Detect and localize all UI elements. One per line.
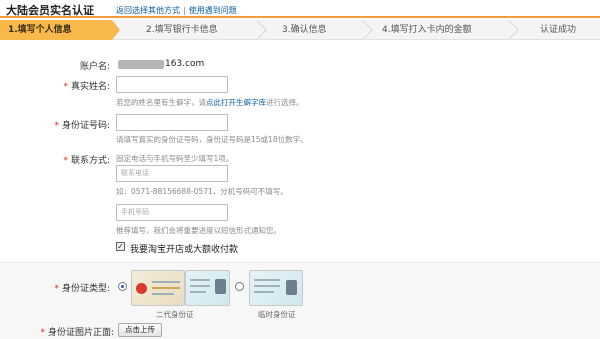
temporary-caption: 临时身份证 xyxy=(258,310,296,319)
card-text-line xyxy=(190,285,210,287)
id-number-input[interactable] xyxy=(116,114,228,131)
header-link-separator: | xyxy=(183,6,186,15)
help-link[interactable]: 使用遇到问题 xyxy=(189,6,237,15)
open-shop-checkbox-label: 我要淘宝开店或大额收付款 xyxy=(130,245,239,255)
realname-hint: 若您的姓名里有生僻字，请点此打开生僻字库进行选择。 xyxy=(116,98,304,107)
card-text-line xyxy=(152,293,174,295)
card-text-line xyxy=(190,291,206,293)
photo-front-label: 身份证图片正面: xyxy=(47,328,114,338)
phone-hint: 如：0571-88156688-0571，分机号码可不填写。 xyxy=(116,187,288,196)
step-3-label: 3.确认信息 xyxy=(282,25,327,35)
step-3: 3.确认信息 xyxy=(282,20,352,40)
id-label-wrap: * 身份证号码: xyxy=(54,121,110,131)
idtype-label: 身份证类型: xyxy=(61,284,110,294)
idtype-temporary-radio[interactable] xyxy=(235,282,244,291)
header-links: 返回选择其他方式 | 使用遇到问题 xyxy=(116,5,237,16)
mobile-hint: 推荐填写，我们会将重要进度以短信形式通知您。 xyxy=(116,226,281,235)
step-5: 认证成功 xyxy=(540,20,596,40)
back-to-methods-link[interactable]: 返回选择其他方式 xyxy=(116,6,180,15)
open-shop-checkbox[interactable]: ✓ xyxy=(116,242,125,251)
step-separator xyxy=(499,20,519,40)
account-value: 163.com xyxy=(165,59,205,69)
progress-steps: 1.填写个人信息 2.填写银行卡信息 3.确认信息 4.填写打入卡内的金额 认证… xyxy=(0,20,600,40)
card-text-line xyxy=(152,281,180,283)
id-hint: 请填写真实的身份证号码，身份证号码是15或18位数字。 xyxy=(116,135,308,144)
contact-label-wrap: * 联系方式: xyxy=(63,156,110,166)
id-label: 身份证号码: xyxy=(61,121,110,131)
account-label: 账户名: xyxy=(79,62,110,72)
step-2: 2.填写银行卡信息 xyxy=(146,20,256,40)
emblem-icon xyxy=(136,283,147,294)
page-title: 大陆会员实名认证 xyxy=(6,4,94,17)
contact-intro: 固定电话与手机号码至少填写1项。 xyxy=(116,154,234,163)
photo-label-wrap: * 身份证图片正面: xyxy=(40,328,114,338)
id-upload-section: * 身份证类型: 二代身份证 临时身份证 * 身份证图片正面: 点击上传 xyxy=(0,262,600,339)
step-1: 1.填写个人信息 xyxy=(0,20,120,40)
portrait-icon xyxy=(286,280,297,295)
step-separator xyxy=(353,20,373,40)
account-redacted xyxy=(118,60,164,69)
step-2-label: 2.填写银行卡信息 xyxy=(146,25,218,35)
page-header: 大陆会员实名认证 返回选择其他方式 | 使用遇到问题 xyxy=(0,0,600,18)
realname-label: 真实姓名: xyxy=(70,82,110,92)
id-card-front-image xyxy=(185,270,230,306)
realname-input[interactable] xyxy=(116,76,228,93)
rare-char-link[interactable]: 点此打开生僻字库 xyxy=(206,98,266,107)
step-5-label: 认证成功 xyxy=(540,25,577,35)
step-arrow xyxy=(112,20,120,40)
second-gen-caption: 二代身份证 xyxy=(156,310,194,319)
contact-label: 联系方式: xyxy=(70,156,110,166)
step-4: 4.填写打入卡内的金额 xyxy=(382,20,502,40)
card-text-line xyxy=(190,279,210,281)
phone-input[interactable]: 联系电话 xyxy=(116,165,228,182)
upload-button[interactable]: 点击上传 xyxy=(118,323,162,337)
id-card-back-image xyxy=(131,270,185,306)
card-text-line xyxy=(254,291,274,293)
card-text-line xyxy=(152,287,180,289)
idtype-label-wrap: * 身份证类型: xyxy=(54,284,110,294)
realname-label-wrap: * 真实姓名: xyxy=(63,82,110,92)
mobile-input[interactable]: 手机号码 xyxy=(116,204,228,221)
step-1-label: 1.填写个人信息 xyxy=(8,25,72,35)
card-text-line xyxy=(254,279,280,281)
idtype-second-gen-radio[interactable] xyxy=(118,282,127,291)
temp-id-card-image xyxy=(249,270,303,306)
step-4-label: 4.填写打入卡内的金额 xyxy=(382,25,472,35)
card-text-line xyxy=(254,285,280,287)
portrait-icon xyxy=(215,279,226,294)
